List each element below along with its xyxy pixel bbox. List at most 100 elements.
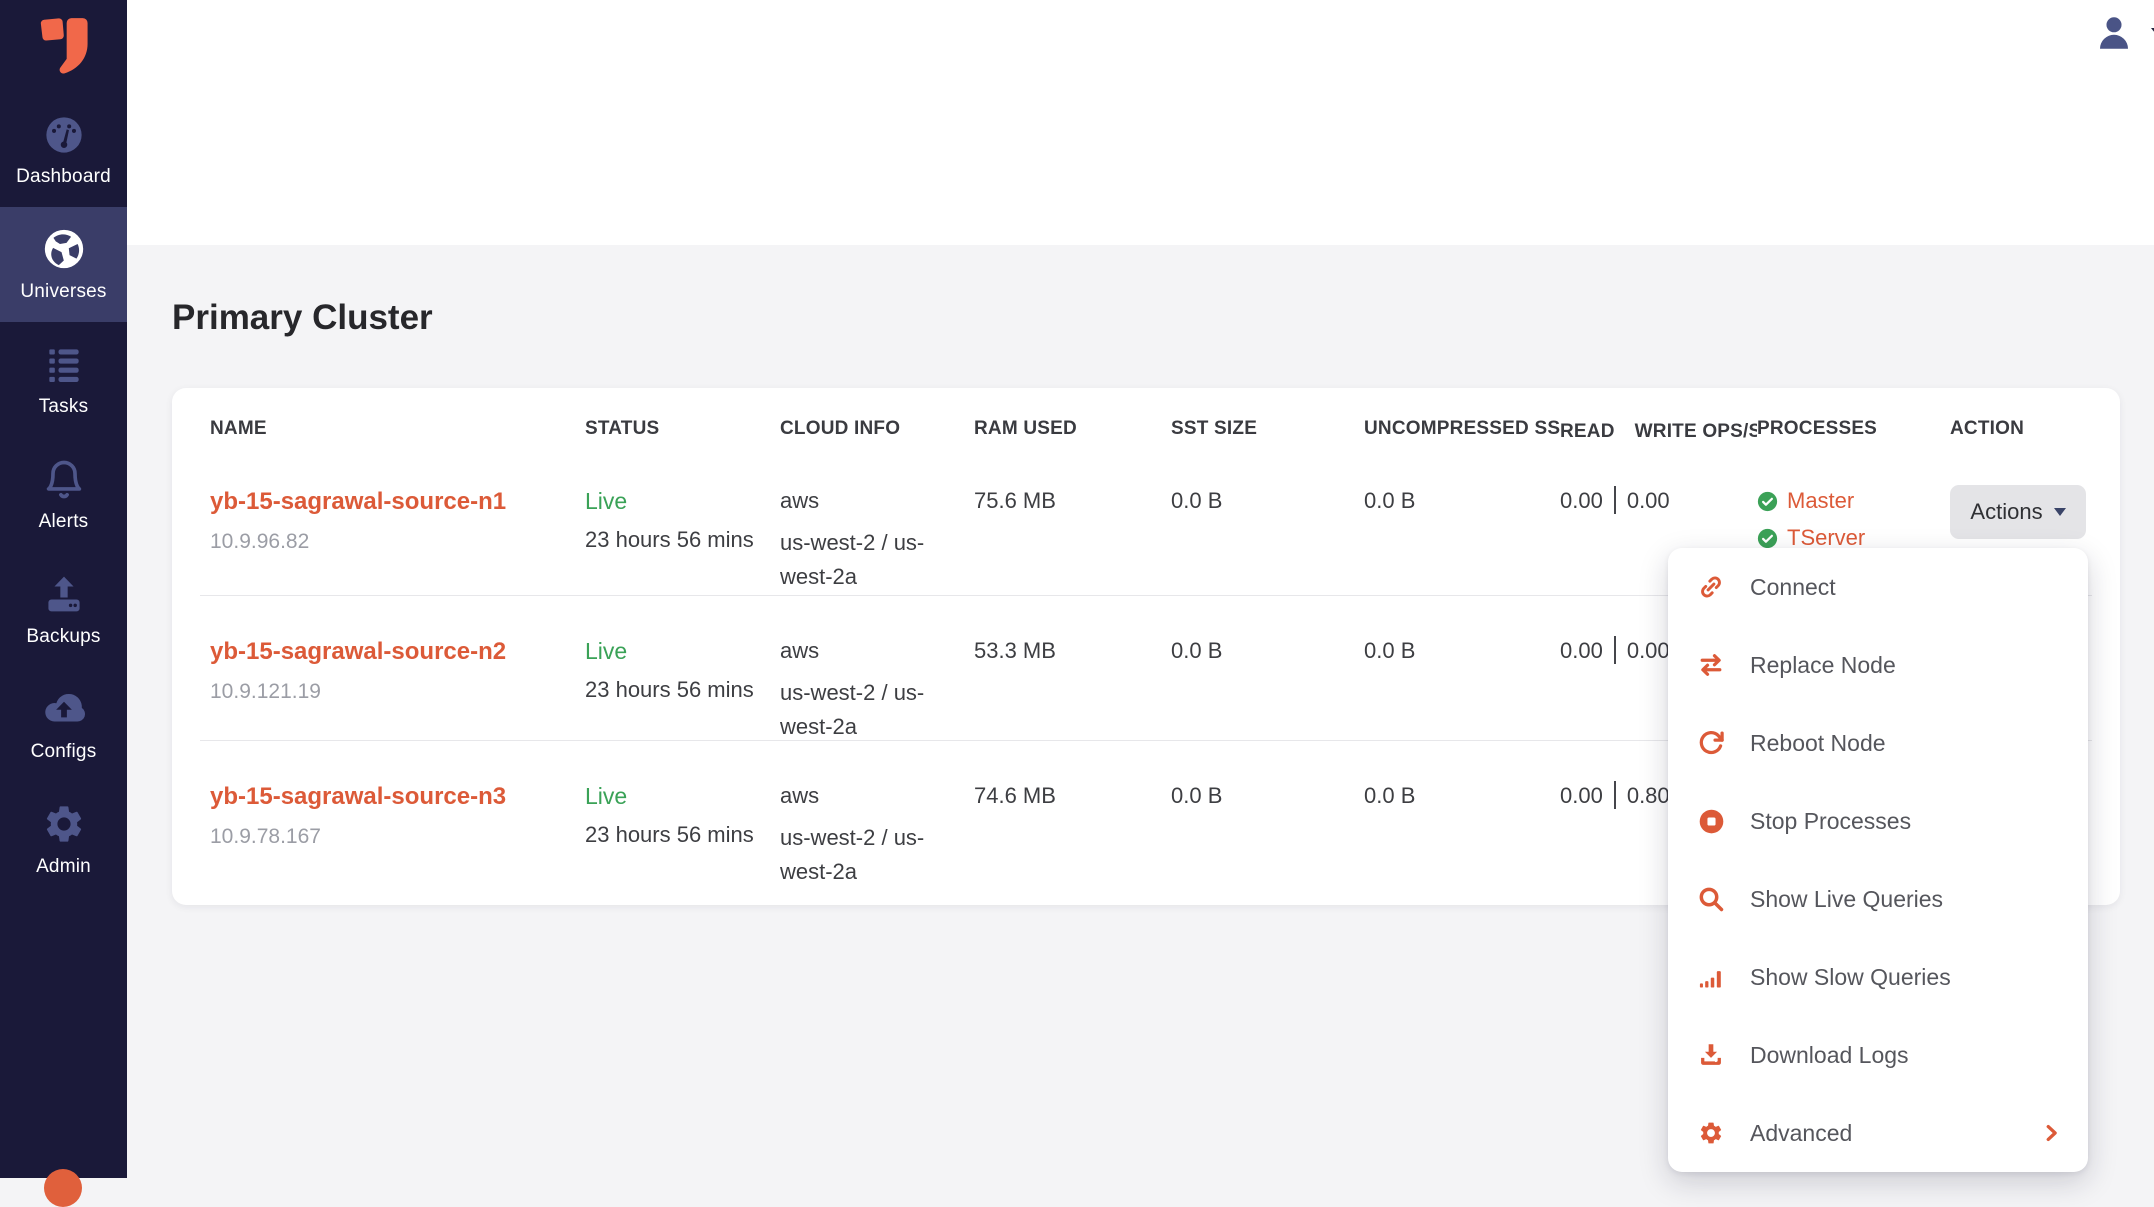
link-icon xyxy=(1696,572,1726,602)
menu-item-label: Stop Processes xyxy=(1750,808,2062,835)
col-cloud-info: CLOUD INFO xyxy=(780,418,974,445)
node-actions-button[interactable]: Actions xyxy=(1950,485,2086,539)
sidebar: Dashboard Universes xyxy=(0,0,127,1178)
user-menu[interactable] xyxy=(2093,12,2154,54)
sst-size: 0.0 B xyxy=(1171,638,1364,744)
node-ip: 10.9.78.167 xyxy=(210,825,585,849)
globe-icon xyxy=(41,226,87,272)
divider xyxy=(1614,486,1616,514)
sst-size: 0.0 B xyxy=(1171,783,1364,905)
cloud-upload-icon xyxy=(41,686,87,732)
sidebar-item-alerts[interactable]: Alerts xyxy=(0,437,127,552)
node-ip: 10.9.121.19 xyxy=(210,680,585,704)
node-actions-menu: Connect Replace Node Reboot Node Stop Pr… xyxy=(1668,548,2088,1172)
cloud-provider: aws xyxy=(780,783,974,809)
menu-item-label: Connect xyxy=(1750,574,2062,601)
check-circle-icon xyxy=(1757,491,1778,512)
cloud-provider: aws xyxy=(780,638,974,664)
col-ram-used: RAM USED xyxy=(974,418,1171,445)
table-header-row: NAME STATUS CLOUD INFO RAM USED SST SIZE… xyxy=(172,388,2120,445)
menu-item-download-logs[interactable]: Download Logs xyxy=(1668,1016,2088,1094)
menu-item-connect[interactable]: Connect xyxy=(1668,548,2088,626)
bar-chart-icon xyxy=(1696,962,1726,992)
universe-header xyxy=(127,0,2154,245)
col-processes: PROCESSES xyxy=(1757,418,1950,445)
sidebar-item-admin[interactable]: Admin xyxy=(0,782,127,897)
chevron-right-icon xyxy=(2040,1122,2062,1144)
cloud-provider: aws xyxy=(780,488,974,514)
node-status: Live xyxy=(585,488,780,515)
menu-item-reboot-node[interactable]: Reboot Node xyxy=(1668,704,2088,782)
node-ip: 10.9.96.82 xyxy=(210,530,585,554)
divider xyxy=(1614,636,1616,664)
task-list-icon xyxy=(41,341,87,387)
col-read-write: READ WRITE OPS/S... xyxy=(1560,418,1757,445)
user-icon xyxy=(2093,12,2135,54)
sidebar-item-configs[interactable]: Configs xyxy=(0,667,127,782)
yugabyte-logo[interactable] xyxy=(0,16,127,76)
section-title: Primary Cluster xyxy=(172,298,433,338)
uncompressed-sst: 0.0 B xyxy=(1364,783,1560,905)
node-uptime: 23 hours 56 mins xyxy=(585,527,780,553)
ram-used: 74.6 MB xyxy=(974,783,1171,905)
menu-item-replace-node[interactable]: Replace Node xyxy=(1668,626,2088,704)
gear-icon xyxy=(1696,1118,1726,1148)
node-uptime: 23 hours 56 mins xyxy=(585,822,780,848)
master-process-link[interactable]: Master xyxy=(1787,488,1854,514)
search-icon xyxy=(1696,884,1726,914)
sidebar-item-label: Configs xyxy=(31,741,97,763)
menu-item-label: Show Slow Queries xyxy=(1750,964,2062,991)
help-bubble-icon[interactable] xyxy=(44,1169,82,1207)
sidebar-item-label: Admin xyxy=(36,856,91,878)
node-uptime: 23 hours 56 mins xyxy=(585,677,780,703)
menu-item-show-slow-queries[interactable]: Show Slow Queries xyxy=(1668,938,2088,1016)
bell-icon xyxy=(41,456,87,502)
menu-item-stop-processes[interactable]: Stop Processes xyxy=(1668,782,2088,860)
sidebar-item-universes[interactable]: Universes xyxy=(0,207,127,322)
uncompressed-sst: 0.0 B xyxy=(1364,638,1560,744)
col-status: STATUS xyxy=(585,418,780,445)
reboot-icon xyxy=(1696,728,1726,758)
menu-item-label: Reboot Node xyxy=(1750,730,2062,757)
sidebar-item-backups[interactable]: Backups xyxy=(0,552,127,667)
menu-item-show-live-queries[interactable]: Show Live Queries xyxy=(1668,860,2088,938)
sidebar-nav: Dashboard Universes xyxy=(0,92,127,897)
check-circle-icon xyxy=(1757,528,1778,549)
sidebar-item-label: Tasks xyxy=(39,396,89,418)
node-name-link[interactable]: yb-15-sagrawal-source-n2 xyxy=(210,638,585,666)
cloud-region: us-west-2 / us-west-2a xyxy=(780,821,932,889)
download-icon xyxy=(1696,1040,1726,1070)
menu-item-advanced[interactable]: Advanced xyxy=(1668,1094,2088,1172)
menu-item-label: Replace Node xyxy=(1750,652,2062,679)
gear-icon xyxy=(41,801,87,847)
stop-circle-icon xyxy=(1696,806,1726,836)
ram-used: 75.6 MB xyxy=(974,488,1171,595)
ram-used: 53.3 MB xyxy=(974,638,1171,744)
col-name: NAME xyxy=(210,418,585,445)
chevron-down-icon xyxy=(2054,508,2066,516)
menu-item-label: Show Live Queries xyxy=(1750,886,2062,913)
col-action: ACTION xyxy=(1950,418,2092,445)
sidebar-item-label: Universes xyxy=(20,281,106,303)
node-name-link[interactable]: yb-15-sagrawal-source-n3 xyxy=(210,783,585,811)
cloud-region: us-west-2 / us-west-2a xyxy=(780,526,932,594)
upload-server-icon xyxy=(41,571,87,617)
gauge-icon xyxy=(41,111,87,157)
node-name-link[interactable]: yb-15-sagrawal-source-n1 xyxy=(210,488,585,516)
node-status: Live xyxy=(585,638,780,665)
sidebar-item-label: Backups xyxy=(26,626,100,648)
sidebar-item-dashboard[interactable]: Dashboard xyxy=(0,92,127,207)
col-uncompressed: UNCOMPRESSED SS... xyxy=(1364,418,1560,445)
sst-size: 0.0 B xyxy=(1171,488,1364,595)
col-sst-size: SST SIZE xyxy=(1171,418,1364,445)
menu-item-label: Advanced xyxy=(1750,1120,2040,1147)
swap-arrows-icon xyxy=(1696,650,1726,680)
node-status: Live xyxy=(585,783,780,810)
uncompressed-sst: 0.0 B xyxy=(1364,488,1560,595)
sidebar-item-tasks[interactable]: Tasks xyxy=(0,322,127,437)
sidebar-item-label: Dashboard xyxy=(16,166,111,188)
sidebar-item-label: Alerts xyxy=(39,511,89,533)
divider xyxy=(1614,781,1616,809)
menu-item-label: Download Logs xyxy=(1750,1042,2062,1069)
cloud-region: us-west-2 / us-west-2a xyxy=(780,676,932,744)
